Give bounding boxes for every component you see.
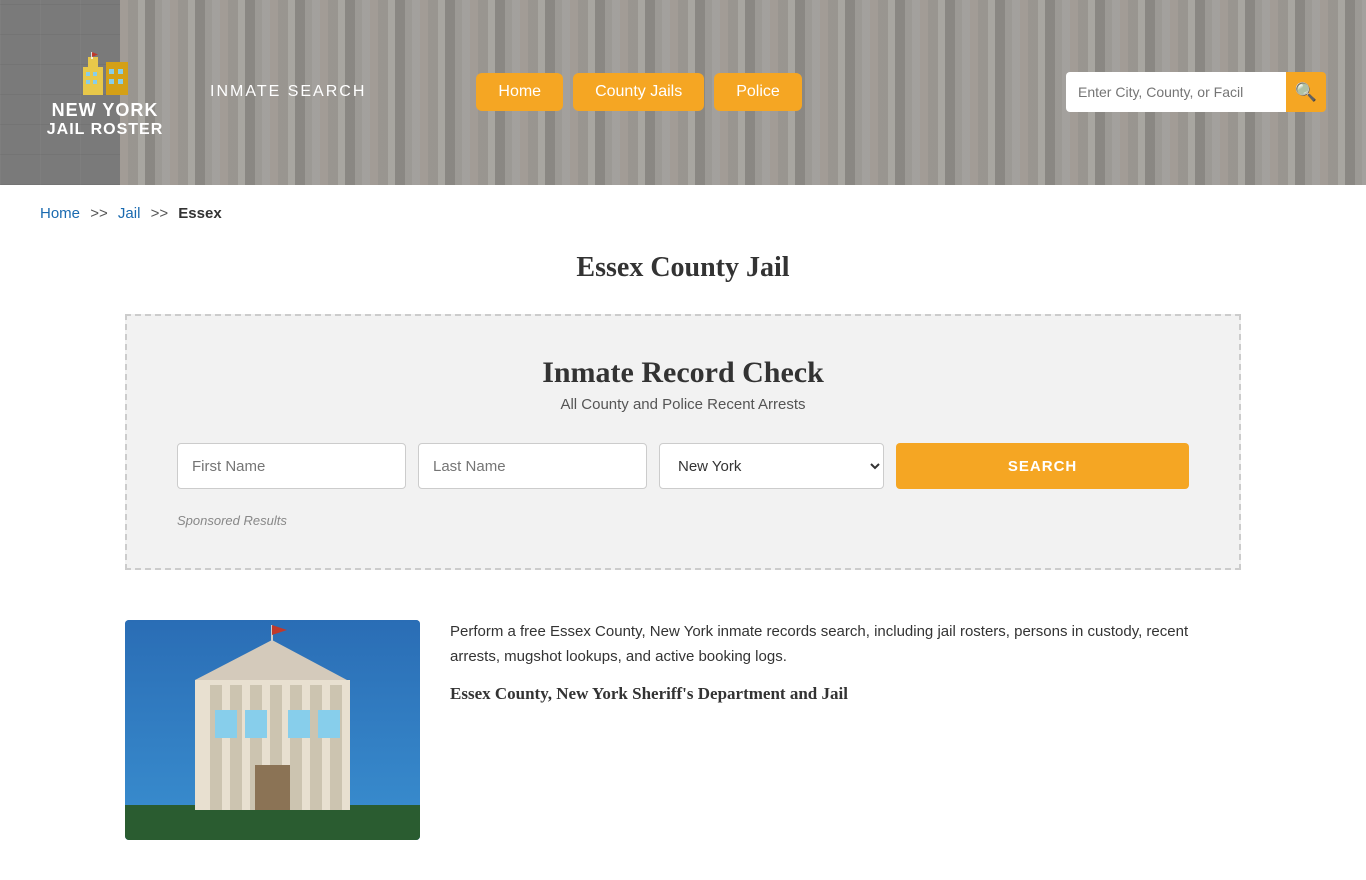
nav-police-button[interactable]: Police	[714, 73, 802, 111]
site-logo[interactable]: NEW YORK JAIL ROSTER	[40, 47, 170, 138]
content-text-area: Perform a free Essex County, New York in…	[450, 620, 1241, 712]
inmate-search-button[interactable]: SEARCH	[896, 443, 1189, 489]
main-nav: Home County Jails Police	[476, 73, 801, 111]
state-select[interactable]: New York Alabama Alaska Arizona Arkansas…	[659, 443, 884, 489]
last-name-input[interactable]	[418, 443, 647, 489]
header-search-area: 🔍	[1066, 72, 1326, 112]
county-building-image	[125, 620, 420, 840]
content-heading-2: Essex County, New York Sheriff's Departm…	[450, 684, 1241, 704]
search-icon: 🔍	[1295, 82, 1317, 103]
inmate-search-form: New York Alabama Alaska Arizona Arkansas…	[177, 443, 1189, 489]
logo-new-york: NEW YORK	[52, 101, 159, 121]
inmate-record-box: Inmate Record Check All County and Polic…	[125, 314, 1241, 570]
breadcrumb-current: Essex	[178, 205, 221, 222]
breadcrumb-home-link[interactable]: Home	[40, 205, 80, 222]
site-header: NEW YORK JAIL ROSTER INMATE SEARCH Home …	[0, 0, 1366, 185]
breadcrumb-sep2: >>	[151, 205, 169, 222]
nav-home-button[interactable]: Home	[476, 73, 563, 111]
logo-jail-roster: JAIL ROSTER	[47, 121, 164, 139]
inmate-record-subtitle: All County and Police Recent Arrests	[177, 396, 1189, 413]
inmate-record-heading: Inmate Record Check	[177, 356, 1189, 390]
content-section: Perform a free Essex County, New York in…	[0, 600, 1366, 880]
content-paragraph-1: Perform a free Essex County, New York in…	[450, 620, 1241, 670]
first-name-input[interactable]	[177, 443, 406, 489]
breadcrumb: Home >> Jail >> Essex	[0, 185, 1366, 242]
breadcrumb-jail-link[interactable]: Jail	[118, 205, 141, 222]
header-search-input[interactable]	[1066, 72, 1286, 112]
header-search-button[interactable]: 🔍	[1286, 72, 1326, 112]
sponsored-results-label: Sponsored Results	[177, 513, 1189, 528]
building-illustration	[125, 620, 420, 840]
breadcrumb-sep1: >>	[90, 205, 108, 222]
page-title: Essex County Jail	[0, 252, 1366, 284]
nav-county-jails-button[interactable]: County Jails	[573, 73, 704, 111]
inmate-search-label: INMATE SEARCH	[210, 83, 366, 101]
logo-icon	[78, 47, 133, 97]
